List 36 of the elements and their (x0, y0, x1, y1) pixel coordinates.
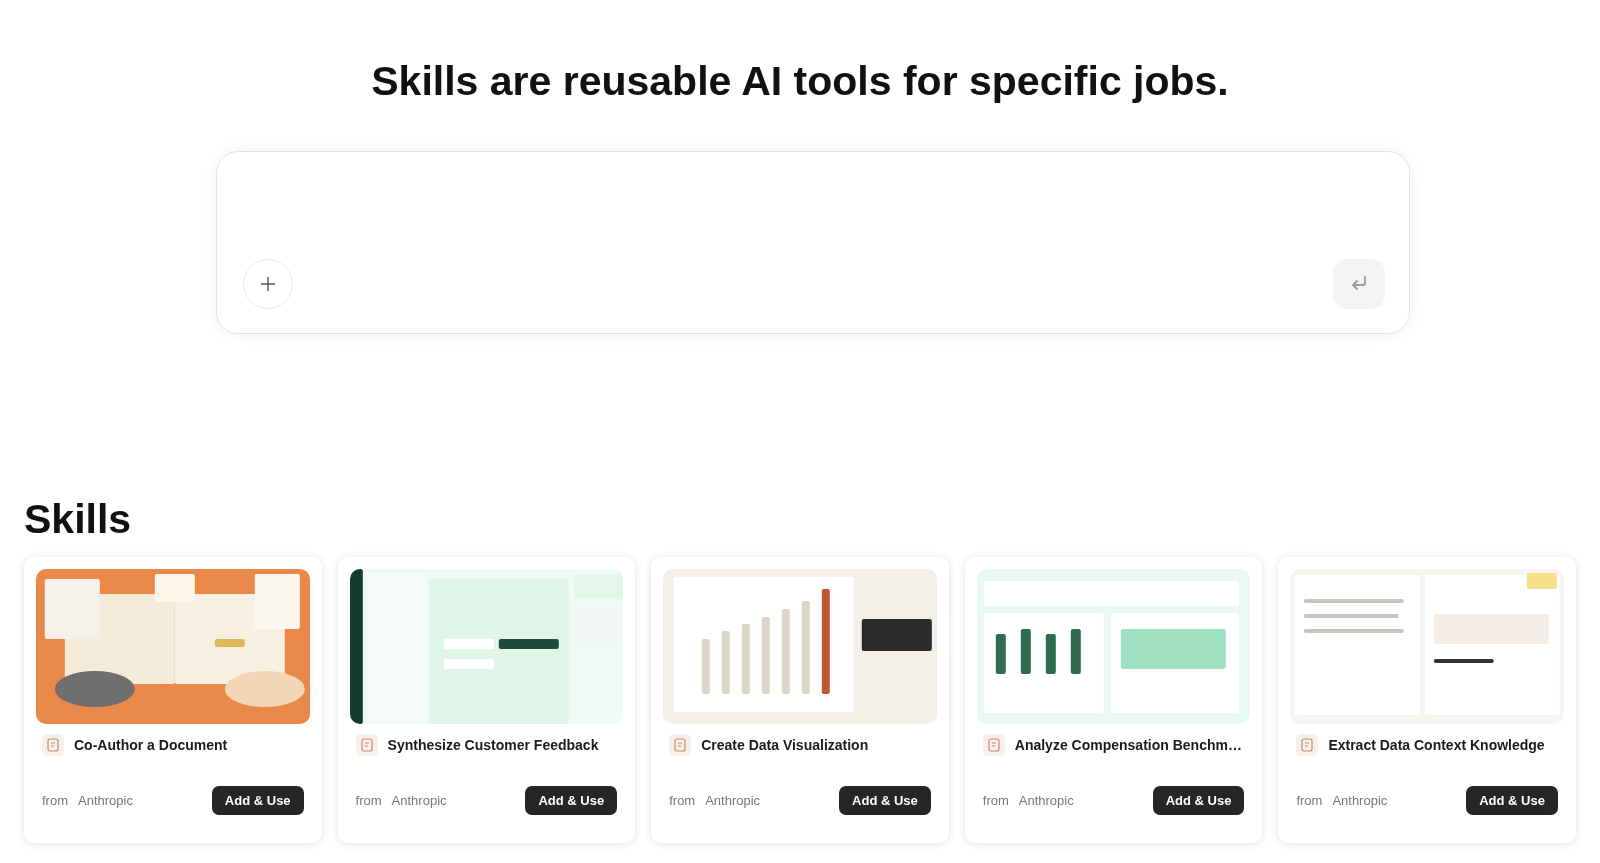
skill-icon (1296, 734, 1319, 756)
add-use-button[interactable]: Add & Use (1466, 786, 1558, 815)
from-label: from (982, 793, 1009, 808)
skill-icon (982, 734, 1005, 756)
skill-icon (355, 734, 378, 756)
plus-icon (260, 276, 276, 292)
skill-card[interactable]: Analyze Compensation Benchm… from Anthropic Add & Use (964, 557, 1263, 843)
from-label: from (669, 793, 696, 808)
skill-card[interactable]: Synthesize Customer Feedback from Anthropic Add & Use (337, 557, 636, 843)
skill-card[interactable]: Create Data Visualization from Anthropic Add & Use (651, 557, 949, 843)
from-label: from (1296, 793, 1323, 808)
skill-title: Analyze Compensation Benchm… (1014, 737, 1242, 753)
author-name: Anthropic (705, 793, 762, 808)
skill-icon (42, 734, 64, 756)
add-use-button[interactable]: Add & Use (839, 786, 931, 815)
section-heading: Skills (24, 495, 133, 544)
return-icon (1349, 275, 1369, 293)
page-headline: Skills are reusable AI tools for specific jobs. (370, 57, 1230, 106)
from-label: from (355, 793, 382, 808)
skill-icon (669, 734, 692, 756)
add-use-button[interactable]: Add & Use (211, 786, 304, 815)
author-name: Anthropic (391, 793, 448, 808)
author-name: Anthropic (1018, 793, 1075, 808)
skill-title: Co-Author a Document (74, 737, 228, 753)
add-button[interactable] (243, 259, 293, 309)
skill-title: Synthesize Customer Feedback (387, 737, 599, 753)
skill-title: Extract Data Context Knowledge (1328, 737, 1545, 753)
skill-title: Create Data Visualization (701, 737, 869, 753)
add-use-button[interactable]: Add & Use (1152, 786, 1245, 815)
skill-card[interactable]: Extract Data Context Knowledge from Anthropic Add & Use (1278, 557, 1576, 843)
send-button[interactable] (1333, 259, 1385, 309)
author-name: Anthropic (78, 793, 134, 808)
skill-card[interactable]: Co-Author a Document from Anthropic Add & Use (24, 557, 322, 843)
author-name: Anthropic (1332, 793, 1389, 808)
add-use-button[interactable]: Add & Use (525, 786, 618, 815)
from-label: from (42, 793, 68, 808)
